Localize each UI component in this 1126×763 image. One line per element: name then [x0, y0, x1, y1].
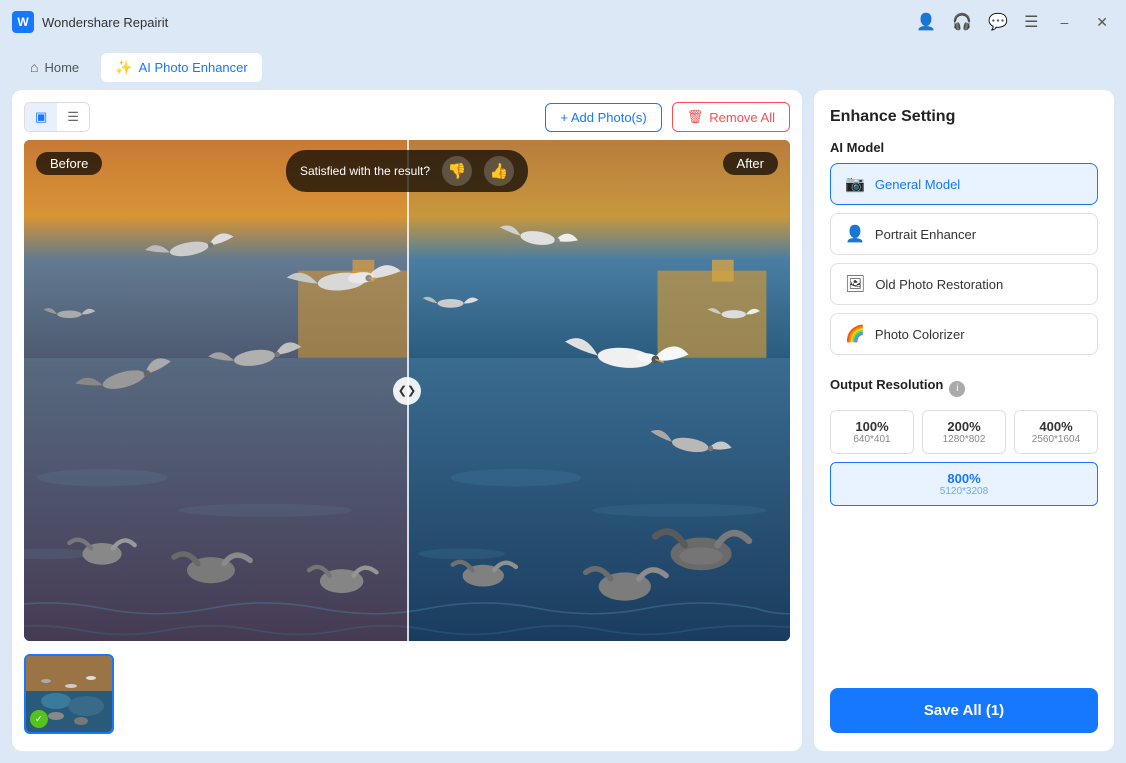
add-photos-button[interactable]: + Add Photo(s)	[545, 103, 661, 132]
model-colorizer-label: Photo Colorizer	[875, 327, 965, 342]
model-general-label: General Model	[875, 177, 960, 192]
navbar: ⌂ Home ✨ AI Photo Enhancer	[0, 44, 1126, 90]
model-general[interactable]: 📷 General Model	[830, 163, 1098, 205]
titlebar: W Wondershare Repairit 👤 🎧 💬 ☰ – ✕	[0, 0, 1126, 44]
left-panel: ▣ ☰ + Add Photo(s) 🗑 Remove All Before A…	[12, 90, 802, 751]
feedback-bar: Satisfied with the result? 👎 👍	[286, 150, 528, 192]
remove-all-button[interactable]: 🗑 Remove All	[672, 102, 790, 132]
feedback-text: Satisfied with the result?	[300, 164, 430, 178]
list-view-button[interactable]: ☰	[57, 103, 89, 131]
model-old-photo[interactable]: 🖼 Old Photo Restoration	[830, 263, 1098, 305]
toolbar: ▣ ☰ + Add Photo(s) 🗑 Remove All	[24, 102, 790, 132]
model-old-photo-label: Old Photo Restoration	[875, 277, 1003, 292]
thumbnail-strip: ✓	[24, 649, 790, 739]
res-100-pct: 100%	[835, 419, 909, 434]
titlebar-left: W Wondershare Repairit	[12, 11, 168, 33]
trash-icon: 🗑	[687, 109, 704, 125]
resolution-200[interactable]: 200% 1280*802	[922, 410, 1006, 454]
thumbnail-check-icon: ✓	[30, 710, 48, 728]
model-portrait[interactable]: 👤 Portrait Enhancer	[830, 213, 1098, 255]
portrait-enhancer-icon: 👤	[845, 224, 865, 244]
res-400-pct: 400%	[1019, 419, 1093, 434]
colorizer-icon: 🌈	[845, 324, 865, 344]
headphone-icon[interactable]: 🎧	[952, 12, 972, 32]
model-colorizer[interactable]: 🌈 Photo Colorizer	[830, 313, 1098, 355]
chat-icon[interactable]: 💬	[988, 12, 1008, 32]
res-200-dim: 1280*802	[927, 434, 1001, 445]
ai-photo-enhancer-tab-label: AI Photo Enhancer	[139, 60, 248, 75]
view-toggle: ▣ ☰	[24, 102, 90, 132]
resolution-400[interactable]: 400% 2560*1604	[1014, 410, 1098, 454]
image-area: Before After Satisfied with the result? …	[24, 140, 790, 641]
app-title: Wondershare Repairit	[42, 15, 168, 30]
res-400-dim: 2560*1604	[1019, 434, 1093, 445]
main-content: ▣ ☰ + Add Photo(s) 🗑 Remove All Before A…	[0, 90, 1126, 763]
app-icon: W	[12, 11, 34, 33]
minimize-button[interactable]: –	[1054, 12, 1074, 32]
resolution-grid: 100% 640*401 200% 1280*802 400% 2560*160…	[830, 410, 1098, 454]
ai-enhancer-icon: ✨	[115, 59, 132, 76]
thumbs-down-button[interactable]: 👎	[442, 156, 472, 186]
resolution-800[interactable]: 800% 5120*3208	[830, 462, 1098, 506]
right-panel: Enhance Setting AI Model 📷 General Model…	[814, 90, 1114, 751]
grid-view-button[interactable]: ▣	[25, 103, 57, 131]
old-photo-icon: 🖼	[845, 274, 865, 294]
resolution-section: Output Resolution i 100% 640*401 200% 12…	[830, 377, 1098, 506]
res-100-dim: 640*401	[835, 434, 909, 445]
save-all-button[interactable]: Save All (1)	[830, 688, 1098, 733]
res-200-pct: 200%	[927, 419, 1001, 434]
home-tab[interactable]: ⌂ Home	[16, 53, 93, 81]
home-tab-label: Home	[44, 60, 79, 75]
menu-icon[interactable]: ☰	[1024, 12, 1038, 32]
thumbnail-item[interactable]: ✓	[24, 654, 114, 734]
before-label: Before	[36, 152, 102, 175]
account-icon[interactable]: 👤	[916, 12, 936, 32]
home-icon: ⌂	[30, 59, 38, 75]
after-label: After	[723, 152, 778, 175]
remove-all-label: Remove All	[709, 110, 775, 125]
res-800-pct: 800%	[835, 471, 1093, 486]
close-button[interactable]: ✕	[1090, 12, 1114, 33]
info-icon[interactable]: i	[949, 381, 965, 397]
ai-photo-enhancer-tab[interactable]: ✨ AI Photo Enhancer	[101, 53, 262, 82]
resolution-label-row: Output Resolution i	[830, 377, 1098, 400]
resolution-100[interactable]: 100% 640*401	[830, 410, 914, 454]
ai-model-label: AI Model	[830, 140, 1098, 155]
ai-model-section: AI Model 📷 General Model 👤 Portrait Enha…	[830, 140, 1098, 363]
panel-title: Enhance Setting	[830, 108, 1098, 126]
resolution-label: Output Resolution	[830, 377, 943, 392]
res-800-dim: 5120*3208	[835, 486, 1093, 497]
general-model-icon: 📷	[845, 174, 865, 194]
titlebar-right: 👤 🎧 💬 ☰ – ✕	[916, 12, 1114, 33]
divider-handle[interactable]: ❮❯	[393, 377, 421, 405]
model-portrait-label: Portrait Enhancer	[875, 227, 976, 242]
divider-handle-icon: ❮❯	[398, 384, 416, 397]
thumbs-up-button[interactable]: 👍	[484, 156, 514, 186]
